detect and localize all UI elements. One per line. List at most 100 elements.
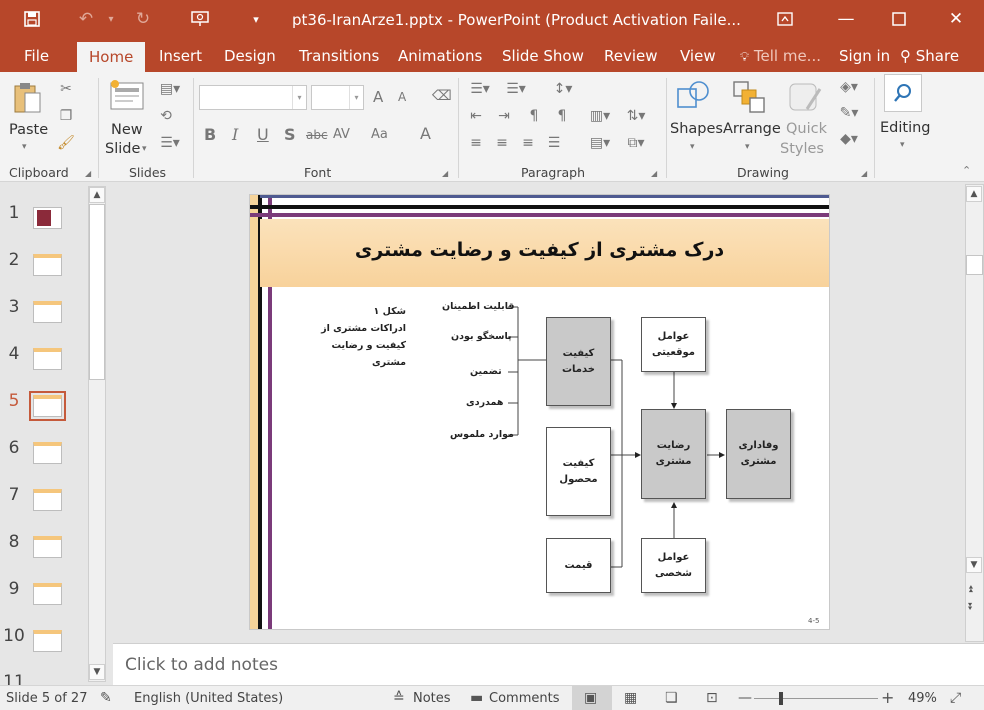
floppy-disk-icon[interactable] <box>20 8 44 30</box>
slide-thumbnail-2[interactable] <box>33 254 62 276</box>
editing-dropdown-icon[interactable]: ▾ <box>900 140 905 150</box>
font-name-combo[interactable]: ▾ <box>199 85 307 110</box>
copy-icon[interactable]: ❐ <box>57 107 75 125</box>
product-quality-box[interactable]: کیفیت محصول <box>546 427 611 516</box>
close-icon[interactable]: ✕ <box>939 6 973 32</box>
notes-button[interactable]: Notes <box>413 691 451 706</box>
new-slide-icon[interactable] <box>108 78 146 112</box>
clear-formatting-icon[interactable]: ⌫ <box>432 88 452 104</box>
numbering-icon[interactable]: ☰▾ <box>502 80 530 98</box>
zoom-slider-thumb[interactable] <box>779 692 783 705</box>
paste-dropdown-icon[interactable]: ▾ <box>22 142 27 152</box>
arrange-icon[interactable] <box>730 78 768 116</box>
grow-font-icon[interactable]: A <box>373 88 383 106</box>
arrange-label[interactable]: Arrange <box>723 121 781 137</box>
tab-review[interactable]: Review <box>604 40 658 72</box>
clipboard-launcher-icon[interactable]: ◢ <box>85 169 91 178</box>
notes-icon[interactable]: ≙ <box>393 690 405 706</box>
reading-view-icon[interactable]: ❏ <box>665 690 678 706</box>
shapes-dropdown-icon[interactable]: ▾ <box>690 142 695 152</box>
service-quality-box[interactable]: کیفیت خدمات <box>546 317 611 406</box>
drawing-launcher-icon[interactable]: ◢ <box>861 169 867 178</box>
minimize-icon[interactable]: — <box>829 6 863 32</box>
shapes-label[interactable]: Shapes <box>670 121 723 137</box>
previous-slide-icon[interactable]: ⏫︎ <box>968 584 973 595</box>
price-box[interactable]: قیمت <box>546 538 611 593</box>
customize-qat-icon[interactable]: ▾ <box>244 8 268 30</box>
present-from-start-icon[interactable] <box>188 8 212 30</box>
increase-indent-icon[interactable]: ⇥ <box>494 107 514 125</box>
slide-thumbnail-7[interactable] <box>33 489 62 511</box>
next-slide-icon[interactable]: ⏬︎ <box>968 602 973 613</box>
undo-dropdown-icon[interactable]: ▾ <box>99 8 123 30</box>
tab-view[interactable]: View <box>680 40 716 72</box>
italic-button[interactable]: I <box>232 125 238 144</box>
quick-styles-icon[interactable] <box>786 78 824 116</box>
shape-effects-icon[interactable]: ◆▾ <box>834 130 864 148</box>
strikethrough-button[interactable]: abc <box>306 128 328 142</box>
tab-animations[interactable]: Animations <box>398 40 482 72</box>
scroll-up-icon[interactable]: ▲ <box>966 186 982 202</box>
shape-fill-icon[interactable]: ◈▾ <box>834 78 864 96</box>
notes-placeholder[interactable]: Click to add notes <box>125 655 278 675</box>
font-size-combo[interactable]: ▾ <box>311 85 364 110</box>
underline-button[interactable]: U <box>257 125 269 144</box>
change-case-button[interactable]: Aa <box>371 127 388 142</box>
shrink-font-icon[interactable]: A <box>398 90 406 104</box>
new-slide-label-2[interactable]: Slide <box>105 141 140 157</box>
paragraph-launcher-icon[interactable]: ◢ <box>651 169 657 178</box>
undo-icon[interactable]: ↶ <box>74 8 98 30</box>
customer-satisfaction-box[interactable]: رضایت مشتری <box>641 409 706 499</box>
font-color-button[interactable]: A <box>420 124 431 143</box>
slide-sorter-icon[interactable]: ▦ <box>624 690 637 706</box>
tab-slide-show[interactable]: Slide Show <box>502 40 584 72</box>
text-shadow-button[interactable]: S <box>284 125 296 144</box>
customer-loyalty-box[interactable]: وفاداری مشتری <box>726 409 791 499</box>
justify-icon[interactable]: ☰ <box>544 134 564 152</box>
section-icon[interactable]: ☰▾ <box>155 134 185 152</box>
text-direction-icon[interactable]: ⇅▾ <box>622 107 650 125</box>
tab-file[interactable]: File <box>24 40 49 72</box>
slide-thumbnail-4[interactable] <box>33 348 62 370</box>
scroll-down-icon[interactable]: ▼ <box>89 664 105 680</box>
chevron-down-icon[interactable]: ▾ <box>349 86 363 109</box>
zoom-out-icon[interactable]: — <box>738 690 752 706</box>
character-spacing-button[interactable]: AV <box>333 127 350 142</box>
maximize-icon[interactable] <box>882 6 916 32</box>
comments-button[interactable]: Comments <box>489 691 559 706</box>
paste-label[interactable]: Paste <box>9 122 48 138</box>
tab-transitions[interactable]: Transitions <box>299 40 379 72</box>
rtl-icon[interactable]: ¶ <box>524 107 544 125</box>
slide-thumbnail-5[interactable] <box>29 391 66 421</box>
reset-icon[interactable]: ⟲ <box>155 107 177 125</box>
layout-icon[interactable]: ▤▾ <box>155 80 185 98</box>
align-left-icon[interactable]: ≡ <box>466 134 486 152</box>
slide-thumbnail-3[interactable] <box>33 301 62 323</box>
search-icon[interactable] <box>884 74 922 112</box>
zoom-slider[interactable] <box>754 698 878 699</box>
cut-icon[interactable]: ✂ <box>57 80 75 98</box>
thumbnail-scroll-thumb[interactable] <box>89 204 105 380</box>
share-button[interactable]: ⚲ Share <box>900 40 959 72</box>
current-slide[interactable]: درک مشتری از کیفیت و رضایت مشتری شکل ۱ ا… <box>249 194 830 630</box>
scroll-up-icon[interactable]: ▲ <box>89 187 105 203</box>
slide-thumbnail-10[interactable] <box>33 630 62 652</box>
align-text-icon[interactable]: ▤▾ <box>586 134 614 152</box>
slide-thumbnail-6[interactable] <box>33 442 62 464</box>
tell-me-box[interactable]: 💡︎ Tell me... <box>740 40 821 72</box>
sign-in-link[interactable]: Sign in <box>839 40 890 72</box>
bullets-icon[interactable]: ☰▾ <box>466 80 494 98</box>
editing-label[interactable]: Editing <box>880 120 931 136</box>
quick-styles-label-1[interactable]: Quick <box>786 121 827 137</box>
line-spacing-icon[interactable]: ↕▾ <box>549 80 577 98</box>
tab-design[interactable]: Design <box>224 40 276 72</box>
quick-styles-label-2[interactable]: Styles <box>780 141 824 157</box>
spelling-check-icon[interactable]: ✎ <box>100 690 112 706</box>
zoom-level[interactable]: 49% <box>908 691 937 706</box>
zoom-in-icon[interactable]: + <box>881 688 894 707</box>
slide-thumbnail-9[interactable] <box>33 583 62 605</box>
arrange-dropdown-icon[interactable]: ▾ <box>745 142 750 152</box>
tab-insert[interactable]: Insert <box>159 40 202 72</box>
paste-icon[interactable] <box>12 80 44 116</box>
slide-scrollbar[interactable] <box>965 184 984 642</box>
